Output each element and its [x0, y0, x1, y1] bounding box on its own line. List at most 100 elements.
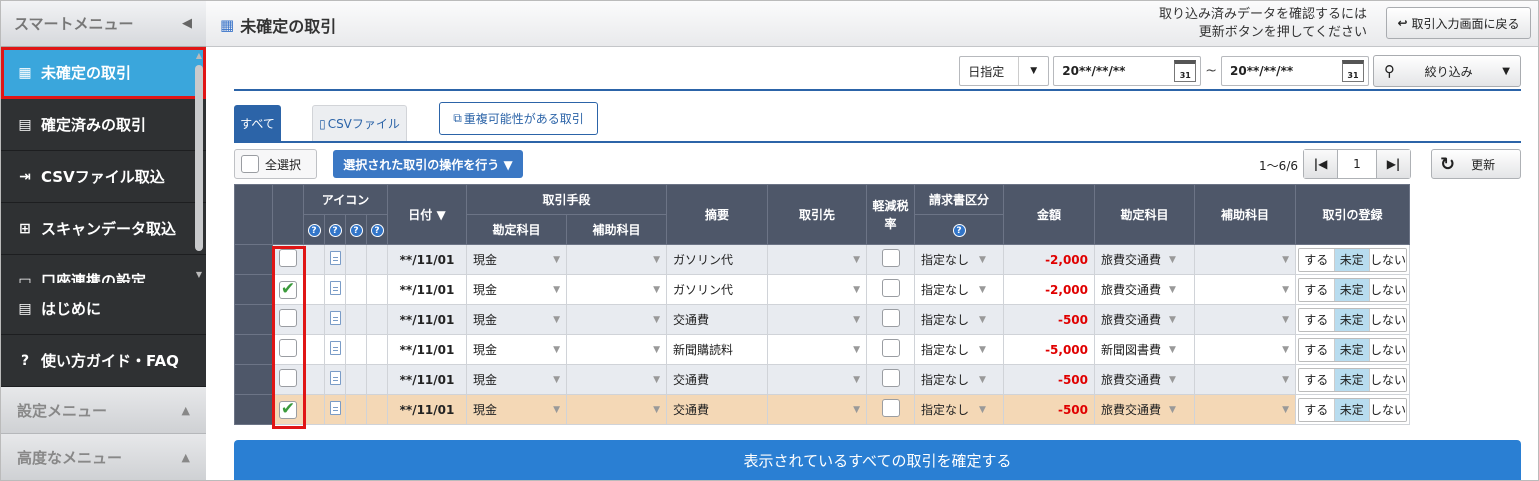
- bulk-actions-button[interactable]: 選択された取引の操作を行う ▼: [333, 150, 523, 178]
- sidebar-item-csv-import[interactable]: ⇥ CSVファイル取込: [1, 151, 206, 203]
- tab-all[interactable]: すべて: [234, 105, 281, 141]
- document-icon[interactable]: [329, 281, 341, 295]
- tab-csv[interactable]: ▯ CSVファイル: [312, 105, 407, 141]
- confirm-all-button[interactable]: 表示されているすべての取引を確定する: [234, 440, 1521, 480]
- partner-select[interactable]: ▼: [767, 334, 867, 365]
- register-option[interactable]: する: [1299, 368, 1334, 391]
- sidebar-group-settings[interactable]: 設定メニュー ▲: [1, 387, 206, 434]
- sub-account-select[interactable]: ▼: [1194, 244, 1296, 275]
- register-option[interactable]: 未定: [1333, 368, 1369, 391]
- summary-input[interactable]: 交通費: [666, 394, 768, 425]
- reduced-tax-checkbox[interactable]: [866, 244, 915, 275]
- account-select[interactable]: 新聞図書費 ▼: [1094, 334, 1195, 365]
- method-sub-select[interactable]: ▼: [566, 244, 667, 275]
- help-icon[interactable]: ?: [303, 214, 325, 245]
- duplicate-transactions-button[interactable]: ⧉ 重複可能性がある取引: [439, 102, 598, 135]
- method-account-select[interactable]: 現金 ▼: [466, 364, 567, 395]
- method-account-select[interactable]: 現金 ▼: [466, 394, 567, 425]
- register-option[interactable]: 未定: [1333, 248, 1369, 271]
- document-icon[interactable]: [329, 371, 341, 385]
- method-sub-select[interactable]: ▼: [566, 394, 667, 425]
- document-icon[interactable]: [329, 311, 341, 325]
- help-icon[interactable]: ?: [324, 214, 346, 245]
- select-all-checkbox[interactable]: 全選択: [234, 149, 317, 179]
- help-icon[interactable]: ?: [345, 214, 367, 245]
- scroll-down-icon[interactable]: ▼: [194, 270, 204, 279]
- method-account-select[interactable]: 現金 ▼: [466, 304, 567, 335]
- scrollbar-thumb[interactable]: [195, 65, 203, 251]
- first-page-icon[interactable]: |◀: [1304, 150, 1337, 178]
- checkbox[interactable]: [881, 339, 900, 357]
- account-select[interactable]: 旅費交通費 ▼: [1094, 274, 1195, 305]
- sidebar-item-scan-import[interactable]: ⊞ スキャンデータ取込: [1, 203, 206, 255]
- partner-select[interactable]: ▼: [767, 394, 867, 425]
- reduced-tax-checkbox[interactable]: [866, 304, 915, 335]
- reduced-tax-checkbox[interactable]: [866, 394, 915, 425]
- account-select[interactable]: 旅費交通費 ▼: [1094, 304, 1195, 335]
- page-number-input[interactable]: 1: [1337, 150, 1377, 178]
- date-mode-select[interactable]: 日指定 ▼: [959, 56, 1050, 86]
- sidebar-scrollbar[interactable]: ▲ ▼: [194, 51, 204, 279]
- method-account-select[interactable]: 現金 ▼: [466, 334, 567, 365]
- sub-account-select[interactable]: ▼: [1194, 334, 1296, 365]
- filter-button[interactable]: ⚲ 絞り込み ▼: [1373, 55, 1521, 87]
- invoice-select[interactable]: 指定なし ▼: [914, 304, 1004, 335]
- method-sub-select[interactable]: ▼: [566, 364, 667, 395]
- back-to-entry-button[interactable]: ↩ 取引入力画面に戻る: [1386, 7, 1531, 39]
- sub-account-select[interactable]: ▼: [1194, 364, 1296, 395]
- register-option[interactable]: しない: [1369, 338, 1406, 361]
- method-account-select[interactable]: 現金 ▼: [466, 244, 567, 275]
- document-icon[interactable]: [329, 251, 341, 265]
- register-option[interactable]: 未定: [1333, 308, 1369, 331]
- document-icon[interactable]: [329, 341, 341, 355]
- register-option[interactable]: 未定: [1333, 398, 1369, 421]
- register-option[interactable]: しない: [1369, 278, 1406, 301]
- invoice-select[interactable]: 指定なし ▼: [914, 394, 1004, 425]
- reduced-tax-checkbox[interactable]: [866, 274, 915, 305]
- sidebar-item-unconfirmed[interactable]: ▦ 未確定の取引: [1, 47, 206, 99]
- sub-account-select[interactable]: ▼: [1194, 274, 1296, 305]
- summary-input[interactable]: 交通費: [666, 364, 768, 395]
- register-option[interactable]: しない: [1369, 398, 1406, 421]
- register-option[interactable]: する: [1299, 398, 1334, 421]
- method-sub-select[interactable]: ▼: [566, 304, 667, 335]
- sidebar-item-account-link[interactable]: ▭ 口座連携の設定: [1, 255, 206, 283]
- partner-select[interactable]: ▼: [767, 244, 867, 275]
- sidebar-item-confirmed[interactable]: ▤ 確定済みの取引: [1, 99, 206, 151]
- summary-input[interactable]: 交通費: [666, 304, 768, 335]
- summary-input[interactable]: 新聞購読料: [666, 334, 768, 365]
- account-select[interactable]: 旅費交通費 ▼: [1094, 394, 1195, 425]
- checkbox[interactable]: [881, 369, 900, 387]
- register-option[interactable]: しない: [1369, 248, 1406, 271]
- partner-select[interactable]: ▼: [767, 364, 867, 395]
- calendar-icon[interactable]: 31: [1342, 60, 1364, 82]
- method-account-select[interactable]: 現金 ▼: [466, 274, 567, 305]
- checkbox[interactable]: [881, 249, 900, 267]
- register-option[interactable]: する: [1299, 308, 1334, 331]
- sub-account-select[interactable]: ▼: [1194, 394, 1296, 425]
- invoice-select[interactable]: 指定なし ▼: [914, 274, 1004, 305]
- checkbox[interactable]: [881, 399, 900, 417]
- register-option[interactable]: しない: [1369, 368, 1406, 391]
- checkbox[interactable]: [241, 155, 259, 173]
- checkbox[interactable]: [881, 309, 900, 327]
- invoice-select[interactable]: 指定なし ▼: [914, 334, 1004, 365]
- header-date[interactable]: 日付 ▼: [387, 184, 467, 245]
- invoice-select[interactable]: 指定なし ▼: [914, 244, 1004, 275]
- reduced-tax-checkbox[interactable]: [866, 364, 915, 395]
- register-option[interactable]: する: [1299, 248, 1334, 271]
- calendar-icon[interactable]: 31: [1174, 60, 1197, 82]
- sub-account-select[interactable]: ▼: [1194, 304, 1296, 335]
- scroll-up-icon[interactable]: ▲: [194, 51, 204, 60]
- account-select[interactable]: 旅費交通費 ▼: [1094, 244, 1195, 275]
- register-option[interactable]: しない: [1369, 308, 1406, 331]
- date-from-input[interactable]: 20**/**/** 31: [1053, 56, 1202, 86]
- help-icon[interactable]: ?: [366, 214, 388, 245]
- method-sub-select[interactable]: ▼: [566, 274, 667, 305]
- reduced-tax-checkbox[interactable]: [866, 334, 915, 365]
- invoice-select[interactable]: 指定なし ▼: [914, 364, 1004, 395]
- date-to-input[interactable]: 20**/**/** 31: [1221, 56, 1369, 86]
- sidebar-item-guide-faq[interactable]: ? 使い方ガイド・FAQ: [1, 335, 206, 387]
- method-sub-select[interactable]: ▼: [566, 334, 667, 365]
- sidebar-item-getting-started[interactable]: ▤ はじめに: [1, 283, 206, 335]
